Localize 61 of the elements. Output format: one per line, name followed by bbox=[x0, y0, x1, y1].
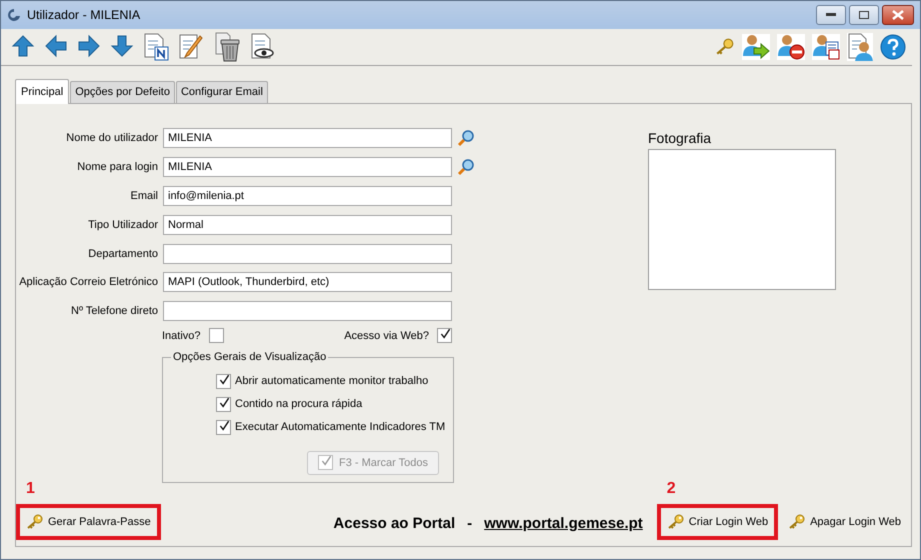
field-label: Nº Telefone direto bbox=[70, 305, 158, 318]
search-icon[interactable] bbox=[457, 129, 475, 148]
checkbox-label: Executar Automaticamente Indicadores TM bbox=[235, 421, 446, 434]
photo-title: Fotografia bbox=[648, 130, 712, 146]
field-label: Nome do utilizador bbox=[65, 132, 158, 144]
checkbox[interactable] bbox=[216, 420, 231, 435]
generate-password-button[interactable]: Gerar Palavra-Passe bbox=[16, 504, 161, 540]
minimize-button[interactable] bbox=[816, 5, 846, 25]
portal-label: Acesso ao Portal bbox=[333, 515, 456, 532]
trash-icon[interactable] bbox=[213, 32, 241, 62]
key-icon bbox=[788, 514, 806, 530]
new-document-icon[interactable] bbox=[143, 33, 169, 61]
separator-dash: - bbox=[467, 515, 472, 532]
window-title: Utilizador - MILENIA bbox=[27, 8, 140, 22]
key-icon bbox=[26, 514, 44, 530]
checkbox[interactable] bbox=[216, 374, 231, 389]
right-arrow-icon[interactable] bbox=[77, 34, 101, 60]
checkbox[interactable] bbox=[216, 396, 231, 412]
input-field[interactable]: Normal bbox=[163, 214, 452, 235]
key-icon bbox=[666, 514, 685, 530]
checkbox-label: Contido na procura rápida bbox=[235, 398, 362, 410]
tab[interactable]: Opções por Defeito bbox=[70, 81, 175, 103]
left-arrow-icon[interactable] bbox=[44, 34, 68, 60]
checkbox[interactable] bbox=[437, 328, 452, 344]
key-icon[interactable] bbox=[715, 38, 735, 56]
document-eye-icon[interactable] bbox=[250, 33, 276, 61]
portal-link[interactable]: www.portal.gemese.pt bbox=[484, 515, 643, 532]
edit-icon[interactable] bbox=[178, 33, 204, 61]
field-label: Email bbox=[129, 190, 158, 202]
input-field[interactable] bbox=[163, 301, 452, 322]
create-web-login-button[interactable]: Criar Login Web bbox=[656, 504, 778, 540]
checkbox[interactable] bbox=[208, 328, 224, 344]
callout-number: 1 bbox=[26, 480, 35, 498]
field-label: Aplicação Correio Eletrónico bbox=[18, 276, 158, 288]
maximize-icon bbox=[859, 11, 869, 19]
checkbox-label: Acesso via Web? bbox=[344, 330, 429, 342]
group-title: Opções Gerais de Visualização bbox=[171, 350, 328, 363]
delete-web-login-button[interactable]: Apagar Login Web bbox=[778, 504, 911, 540]
help-icon[interactable] bbox=[880, 34, 906, 60]
tab[interactable]: Configurar Email bbox=[176, 81, 268, 103]
maximize-button[interactable] bbox=[849, 5, 879, 25]
close-button[interactable] bbox=[882, 5, 914, 25]
user-calendar-icon[interactable] bbox=[812, 34, 840, 60]
input-field[interactable]: MILENIA bbox=[163, 157, 452, 178]
close-icon bbox=[892, 10, 904, 20]
minimize-icon bbox=[826, 13, 836, 17]
input-field[interactable] bbox=[163, 244, 452, 264]
checkbox-label: Abrir automaticamente monitor trabalho bbox=[235, 375, 428, 388]
search-icon[interactable] bbox=[457, 158, 475, 176]
app-icon bbox=[7, 8, 21, 22]
input-field[interactable]: MAPI (Outlook, Thunderbird, etc) bbox=[163, 272, 452, 292]
user-document-icon[interactable] bbox=[847, 33, 873, 61]
input-field[interactable]: MILENIA bbox=[163, 128, 452, 148]
checkbox-label: Inativo? bbox=[162, 330, 201, 342]
field-label: Tipo Utilizador bbox=[87, 218, 158, 231]
user-remove-icon[interactable] bbox=[777, 34, 805, 60]
field-label: Nome para login bbox=[76, 161, 158, 174]
input-field[interactable]: info@milenia.pt bbox=[163, 186, 452, 206]
callout-number: 2 bbox=[666, 480, 676, 498]
tab[interactable]: Principal bbox=[15, 79, 70, 104]
field-label: Departamento bbox=[87, 248, 158, 260]
